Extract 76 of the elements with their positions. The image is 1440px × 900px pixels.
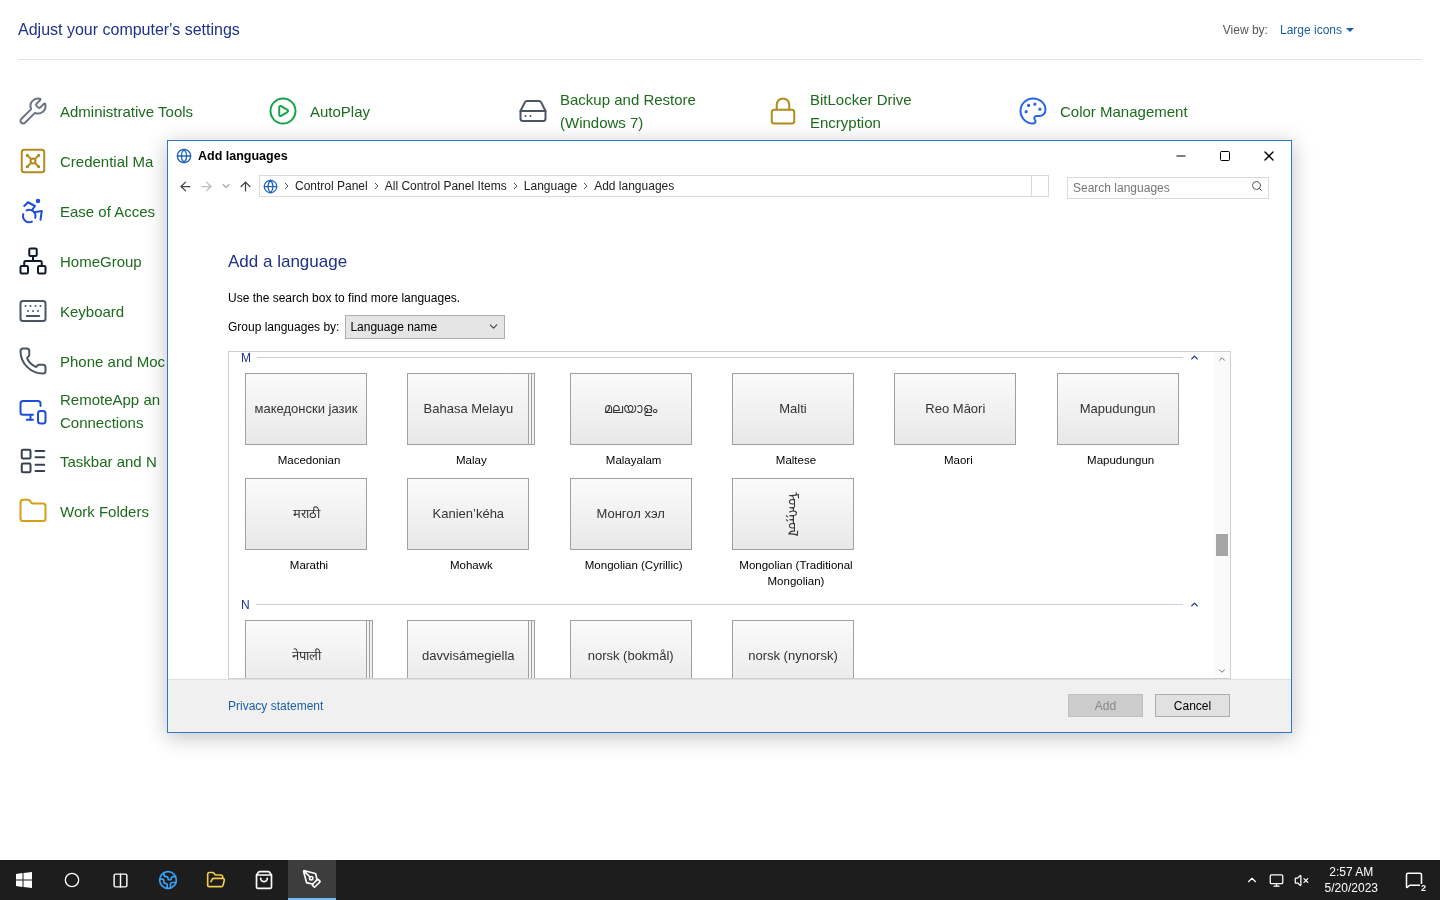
language-name: Malay — [455, 452, 488, 468]
caret-icon — [1346, 27, 1354, 32]
language-name: Maori — [942, 452, 974, 468]
group-by-dropdown[interactable]: Language name — [345, 314, 506, 339]
lock-icon — [768, 96, 798, 126]
pen-icon — [302, 869, 322, 889]
browser-icon — [158, 870, 178, 890]
language-icon — [176, 148, 192, 164]
settings-link[interactable]: HomeGroup — [60, 249, 142, 273]
back-button[interactable] — [178, 178, 193, 194]
settings-link[interactable]: AutoPlay — [310, 99, 371, 123]
scrollbar[interactable] — [1214, 351, 1230, 678]
scroll-thumb[interactable] — [1216, 533, 1228, 556]
settings-link[interactable]: Ease of Acces — [60, 199, 156, 223]
view-by-label: View by: — [1222, 21, 1268, 39]
language-tile[interactable]: davvisámegiella — [407, 619, 536, 678]
notifications-icon[interactable] — [1405, 871, 1423, 889]
window-title: Add languages — [198, 147, 288, 165]
breadcrumb-link[interactable]: Language — [523, 177, 578, 196]
search-icon — [1251, 180, 1263, 193]
chevron-icon — [373, 182, 379, 191]
language-name: Mongolian (Traditional Mongolian) — [738, 557, 854, 589]
language-name: Mapudungun — [1086, 452, 1156, 468]
settings-link[interactable]: Work Folders — [60, 499, 149, 523]
settings-link[interactable]: Backup and Restore (Windows 7) — [560, 88, 730, 134]
language-tile[interactable]: Bahasa Melayu — [407, 372, 536, 445]
play-icon — [268, 96, 298, 126]
group-letter: M — [241, 351, 251, 364]
section-heading: Add a language — [228, 251, 349, 274]
settings-link[interactable]: Color Management — [1060, 99, 1188, 123]
settings-link[interactable]: Administrative Tools — [60, 99, 194, 123]
settings-link[interactable]: BitLocker Drive Encryption — [810, 88, 980, 134]
chevron-icon — [512, 182, 518, 191]
language-name: Macedonian — [276, 452, 342, 468]
privacy-link[interactable]: Privacy statement — [228, 696, 324, 715]
notification-badge: 2 — [1420, 884, 1427, 893]
settings-link[interactable]: Phone and Moc — [60, 349, 166, 373]
group-by-label: Group languages by: — [228, 318, 340, 336]
search-icon — [64, 872, 80, 888]
language-name: Maltese — [774, 452, 818, 468]
vault-icon — [18, 146, 48, 176]
chevron-icon — [284, 182, 289, 191]
language-name: Mongolian (Cyrillic) — [583, 557, 684, 573]
phone-icon — [18, 346, 48, 376]
page-title: Adjust your computer's settings — [18, 19, 240, 40]
language-icon — [263, 178, 278, 194]
address-bar[interactable]: Control Panel All Control Panel Items Language Add languages — [259, 175, 1049, 198]
breadcrumb-link[interactable]: Add languages — [594, 177, 675, 196]
volume-muted-icon[interactable] — [1293, 872, 1309, 888]
breadcrumb-link[interactable]: Control Panel — [295, 177, 368, 196]
clock[interactable]: 2:57 AM 5/20/2023 — [1318, 864, 1384, 896]
maximize-icon — [1219, 150, 1231, 162]
task-view-icon — [111, 871, 129, 889]
network-icon[interactable] — [1268, 872, 1284, 888]
chevron-icon — [583, 182, 589, 191]
windows-icon — [16, 872, 32, 888]
breadcrumb-link[interactable]: All Control Panel Items — [384, 177, 507, 196]
settings-link[interactable]: Taskbar and N — [60, 449, 157, 473]
taskbar-app[interactable] — [288, 860, 336, 900]
folder-icon — [206, 870, 226, 890]
dialog-button[interactable]: Cancel — [1155, 694, 1230, 718]
language-tile[interactable]: नेपाली — [245, 619, 373, 678]
hint-text: Use the search box to find more languages. — [228, 289, 462, 307]
network-icon — [18, 246, 48, 276]
language-name: Malayalam — [604, 452, 663, 468]
search-field[interactable]: Search languages — [1067, 177, 1269, 200]
language-name: Mohawk — [448, 557, 494, 573]
tools-icon — [18, 96, 48, 126]
up-button[interactable] — [238, 178, 253, 194]
settings-link[interactable]: Credential Ma — [60, 149, 154, 173]
settings-link[interactable]: Keyboard — [60, 299, 125, 323]
language-name: Marathi — [288, 557, 330, 573]
group-letter: N — [241, 598, 250, 611]
palette-icon — [1018, 96, 1048, 126]
view-by-dropdown[interactable]: Large icons — [1279, 20, 1354, 39]
store-icon — [254, 870, 274, 890]
